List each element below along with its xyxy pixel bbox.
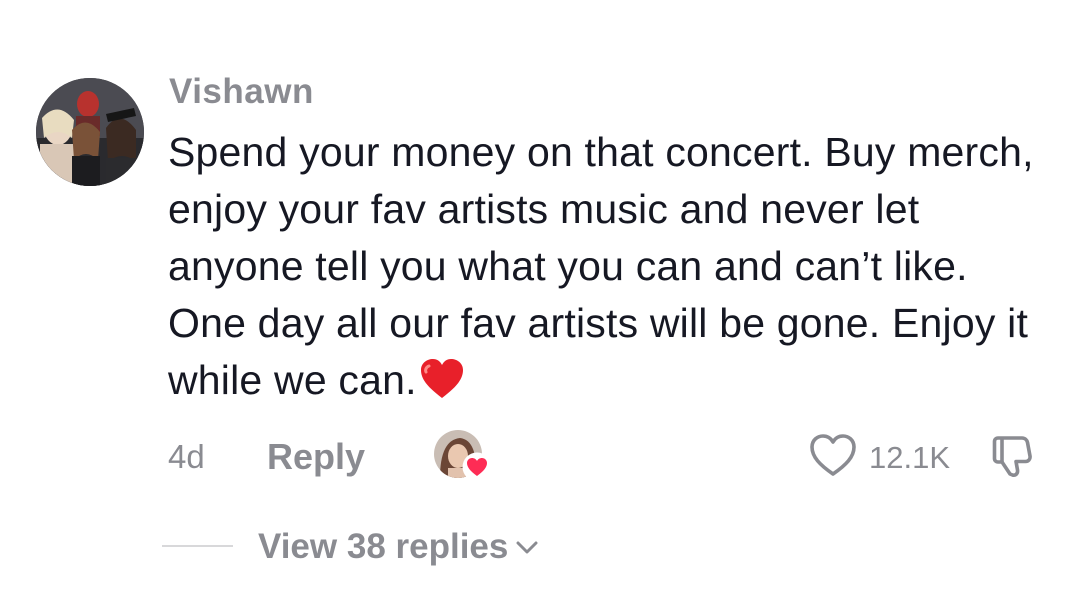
view-replies-label: View 38 replies: [258, 527, 509, 566]
red-heart-emoji: [419, 358, 465, 415]
comment-item: Vishawn Spend your money on that concert…: [0, 0, 1080, 594]
reply-button[interactable]: Reply: [267, 436, 365, 478]
username[interactable]: Vishawn: [169, 72, 314, 112]
thumbs-down-outline-icon[interactable]: [988, 432, 1040, 480]
comment-actions: 4d Reply 12.1K: [168, 430, 1048, 484]
comment-body: Spend your money on that concert. Buy me…: [168, 129, 1034, 403]
chevron-down-icon: [516, 524, 538, 564]
timestamp: 4d: [168, 438, 205, 475]
like-count: 12.1K: [869, 440, 951, 475]
replies-divider: [162, 545, 233, 547]
liked-by-creator-badge: [434, 430, 492, 482]
view-replies-row: View 38 replies: [162, 522, 662, 570]
heart-outline-icon[interactable]: [808, 432, 858, 478]
view-replies-button[interactable]: View 38 replies: [258, 524, 538, 567]
heart-icon: [462, 452, 492, 482]
comment-text: Spend your money on that concert. Buy me…: [168, 124, 1048, 415]
user-avatar[interactable]: [36, 78, 144, 186]
